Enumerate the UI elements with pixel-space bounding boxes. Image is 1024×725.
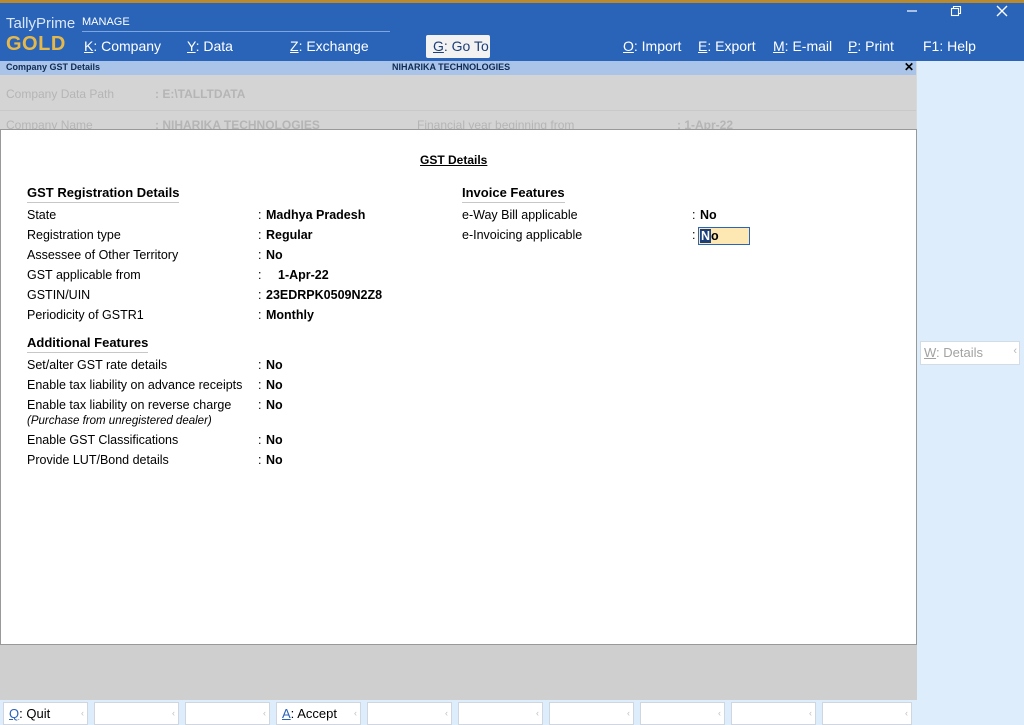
menu-data[interactable]: Y: Data xyxy=(187,38,233,54)
screen-close-icon[interactable]: ✕ xyxy=(904,60,914,74)
menu-go-to[interactable]: G: Go To xyxy=(426,35,490,58)
eway-bill-value[interactable]: No xyxy=(700,208,717,222)
menu-import[interactable]: O: Import xyxy=(623,38,681,54)
bottom-empty-area xyxy=(0,645,917,700)
advance-receipts-label: Enable tax liability on advance receipts xyxy=(27,378,243,392)
footer-empty-button[interactable]: ‹ xyxy=(822,702,912,725)
colon: : xyxy=(258,433,262,447)
assessee-label: Assessee of Other Territory xyxy=(27,248,179,262)
additional-heading: Additional Features xyxy=(27,335,149,353)
gst-applicable-value[interactable]: 1-Apr-22 xyxy=(278,268,329,282)
data-path-label: Company Data Path xyxy=(6,87,115,101)
colon: : xyxy=(258,398,262,412)
menu-help[interactable]: F1: Help xyxy=(923,38,976,54)
periodicity-value[interactable]: Monthly xyxy=(266,308,314,322)
section-divider xyxy=(82,31,390,32)
eway-bill-label: e-Way Bill applicable xyxy=(462,208,578,222)
company-title: NIHARIKA TECHNOLOGIES xyxy=(392,62,511,72)
state-value[interactable]: Madhya Pradesh xyxy=(266,208,365,222)
gst-applicable-label: GST applicable from xyxy=(27,268,141,282)
screen-title-bar: Company GST Details NIHARIKA TECHNOLOGIE… xyxy=(0,60,916,75)
einvoicing-label: e-Invoicing applicable xyxy=(462,228,583,242)
registration-heading: GST Registration Details xyxy=(27,185,180,203)
menu-email[interactable]: M: E-mail xyxy=(773,38,832,54)
reverse-charge-value[interactable]: No xyxy=(266,398,283,412)
colon: : xyxy=(258,288,262,302)
advance-receipts-value[interactable]: No xyxy=(266,378,283,392)
colon: : xyxy=(692,208,696,222)
colon: : xyxy=(258,308,262,322)
menu-print[interactable]: P: Print xyxy=(848,38,894,54)
window-close-icon[interactable] xyxy=(996,4,1008,20)
einvoicing-input[interactable]: No xyxy=(698,227,750,245)
invoice-heading: Invoice Features xyxy=(462,185,565,203)
lut-bond-label: Provide LUT/Bond details xyxy=(27,453,169,467)
colon: : xyxy=(258,378,262,392)
gst-details-panel: GST Details GST Registration Details Sta… xyxy=(0,129,917,645)
footer-empty-button[interactable]: ‹ xyxy=(367,702,452,725)
colon: : xyxy=(258,208,262,222)
lut-bond-value[interactable]: No xyxy=(266,453,283,467)
brand-edition: GOLD xyxy=(6,33,66,55)
data-path-value: : E:\TALLTDATA xyxy=(155,87,246,101)
footer-empty-button[interactable]: ‹ xyxy=(458,702,543,725)
colon: : xyxy=(692,228,696,242)
top-accent-line xyxy=(0,0,1024,3)
colon: : xyxy=(258,228,262,242)
background-company-form: Company Data Path : E:\TALLTDATA Company… xyxy=(0,75,916,132)
footer-empty-button[interactable]: ‹ xyxy=(185,702,270,725)
menu-company[interactable]: K: Company xyxy=(84,38,161,54)
reverse-charge-note: (Purchase from unregistered dealer) xyxy=(27,415,212,427)
gstin-label: GSTIN/UIN xyxy=(27,288,91,302)
footer-empty-button[interactable]: ‹ xyxy=(549,702,634,725)
screen-title: Company GST Details xyxy=(6,62,101,72)
accept-button[interactable]: A: Accept ‹ xyxy=(276,702,361,725)
einvoicing-value-rest: o xyxy=(711,229,719,243)
right-button-bar: W: Details ‹ xyxy=(917,61,1024,725)
menu-exchange[interactable]: Z: Exchange xyxy=(290,38,369,54)
state-label: State xyxy=(27,208,57,222)
top-bar: TallyPrime GOLD MANAGE K: Company Y: Dat… xyxy=(0,0,1024,61)
footer-empty-button[interactable]: ‹ xyxy=(731,702,816,725)
rate-details-value[interactable]: No xyxy=(266,358,283,372)
registration-type-label: Registration type xyxy=(27,228,121,242)
section-label: MANAGE xyxy=(82,16,130,28)
restore-icon[interactable] xyxy=(950,4,962,20)
rate-details-label: Set/alter GST rate details xyxy=(27,358,168,372)
reverse-charge-label: Enable tax liability on reverse charge xyxy=(27,398,232,412)
footer-empty-button[interactable]: ‹ xyxy=(94,702,179,725)
quit-button[interactable]: Q: Quit ‹ xyxy=(3,702,88,725)
minimize-icon[interactable] xyxy=(906,2,918,19)
periodicity-label: Periodicity of GSTR1 xyxy=(27,308,144,322)
text-cursor: N xyxy=(700,229,712,243)
details-button[interactable]: W: Details ‹ xyxy=(920,341,1020,365)
footer-empty-button[interactable]: ‹ xyxy=(640,702,725,725)
classifications-label: Enable GST Classifications xyxy=(27,433,179,447)
chevron-left-icon: ‹ xyxy=(1013,345,1017,357)
brand-name: TallyPrime xyxy=(6,15,76,32)
colon: : xyxy=(258,248,262,262)
gstin-value[interactable]: 23EDRPK0509N2Z8 xyxy=(266,288,382,302)
colon: : xyxy=(258,453,262,467)
classifications-value[interactable]: No xyxy=(266,433,283,447)
colon: : xyxy=(258,358,262,372)
colon: : xyxy=(258,268,262,282)
menu-export[interactable]: E: Export xyxy=(698,38,756,54)
row-divider xyxy=(0,110,916,111)
footer-button-bar: Q: Quit ‹ ‹ ‹ A: Accept ‹ ‹ ‹ ‹ ‹ ‹ ‹ xyxy=(0,700,917,725)
panel-title: GST Details xyxy=(420,153,488,167)
assessee-value[interactable]: No xyxy=(266,248,283,262)
registration-type-value[interactable]: Regular xyxy=(266,228,313,242)
